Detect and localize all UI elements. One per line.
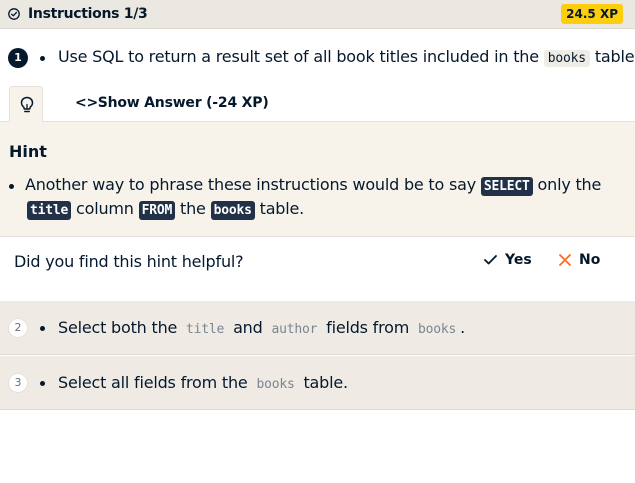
- code-from: FROM: [138, 201, 176, 220]
- step-3-text-part: Select all fields from the: [58, 373, 248, 392]
- hint-heading: Hint: [9, 142, 47, 161]
- hint-text-part: table.: [259, 199, 305, 218]
- step-1-text-part: Use SQL to return a result set of all bo…: [58, 47, 539, 66]
- yes-label: Yes: [505, 252, 532, 268]
- code-author: author: [271, 322, 318, 337]
- bullet: [40, 56, 45, 61]
- hint-tabs: <> Show Answer (-24 XP): [0, 86, 635, 122]
- no-button[interactable]: No: [559, 252, 600, 268]
- checkmark-icon: [484, 255, 497, 265]
- step-2-text: Select both the title and author fields …: [58, 318, 465, 337]
- step-2-text-part: and: [233, 318, 263, 337]
- instruction-step-1: 1 Use SQL to return a result set of all …: [0, 29, 635, 86]
- lightbulb-icon: [20, 96, 34, 113]
- code-title: title: [186, 322, 225, 337]
- bullet: [9, 184, 14, 189]
- bullet: [40, 326, 45, 331]
- step-number-badge: 3: [8, 373, 28, 393]
- instruction-step-2[interactable]: 2 Select both the title and author field…: [0, 301, 635, 355]
- hint-text-part: column: [76, 199, 134, 218]
- step-1-text: Use SQL to return a result set of all bo…: [58, 47, 635, 67]
- code-books: books: [418, 322, 457, 337]
- step-2-text-part: .: [460, 318, 466, 337]
- check-circle-icon: [8, 8, 20, 20]
- code-books: books: [210, 201, 255, 220]
- step-3-text: Select all fields from the books table.: [58, 373, 348, 392]
- show-answer-label: Show Answer (-24 XP): [97, 95, 269, 111]
- hint-tab[interactable]: [9, 86, 43, 122]
- step-1-text-part: table.: [594, 47, 635, 66]
- code-select: SELECT: [480, 177, 533, 196]
- code-brackets-icon: <>: [75, 95, 99, 111]
- feedback-question: Did you find this hint helpful?: [14, 252, 244, 271]
- hint-panel: Hint Another way to phrase these instruc…: [0, 122, 635, 237]
- yes-button[interactable]: Yes: [484, 252, 532, 268]
- instructions-header[interactable]: Instructions 1/3 24.5 XP: [0, 0, 635, 29]
- xp-badge: 24.5 XP: [561, 4, 623, 24]
- code-books: books: [543, 50, 590, 67]
- code-title: title: [27, 201, 72, 220]
- step-2-text-part: fields from: [326, 318, 410, 337]
- hint-text-part: only the: [537, 175, 602, 194]
- hint-text-part: Another way to phrase these instructions…: [25, 175, 476, 194]
- instruction-step-3[interactable]: 3 Select all fields from the books table…: [0, 356, 635, 410]
- no-label: No: [579, 252, 601, 268]
- show-answer-tab[interactable]: <> Show Answer (-24 XP): [75, 95, 269, 111]
- hint-line-1: Another way to phrase these instructions…: [25, 175, 602, 196]
- instructions-title: Instructions 1/3: [28, 6, 148, 22]
- hint-text-part: the: [180, 199, 206, 218]
- step-2-text-part: Select both the: [58, 318, 178, 337]
- hint-feedback: Did you find this hint helpful? Yes No: [0, 237, 635, 301]
- bullet: [40, 381, 45, 386]
- x-icon: [559, 254, 571, 266]
- hint-line-2: title column FROM the books table.: [27, 199, 305, 220]
- step-number-badge: 1: [8, 48, 28, 68]
- step-number-badge: 2: [8, 318, 28, 338]
- step-3-text-part: table.: [303, 373, 348, 392]
- code-books: books: [256, 377, 295, 392]
